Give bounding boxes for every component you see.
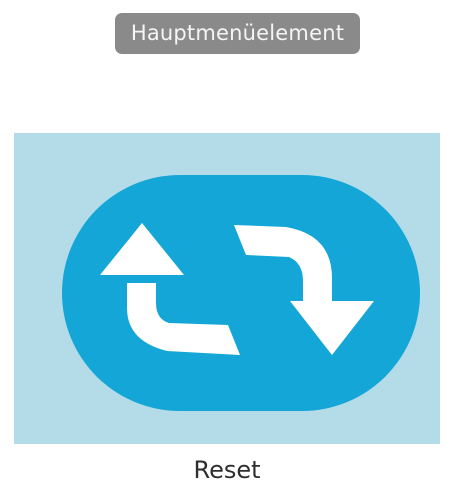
reset-caption: Reset [193,456,261,484]
pill-background [62,175,420,411]
reset-icon-tile[interactable] [14,133,440,444]
refresh-arrows-icon [62,175,420,411]
page: Hauptmenüelement Reset [0,0,454,493]
main-menu-item-badge: Hauptmenüelement [115,13,360,54]
